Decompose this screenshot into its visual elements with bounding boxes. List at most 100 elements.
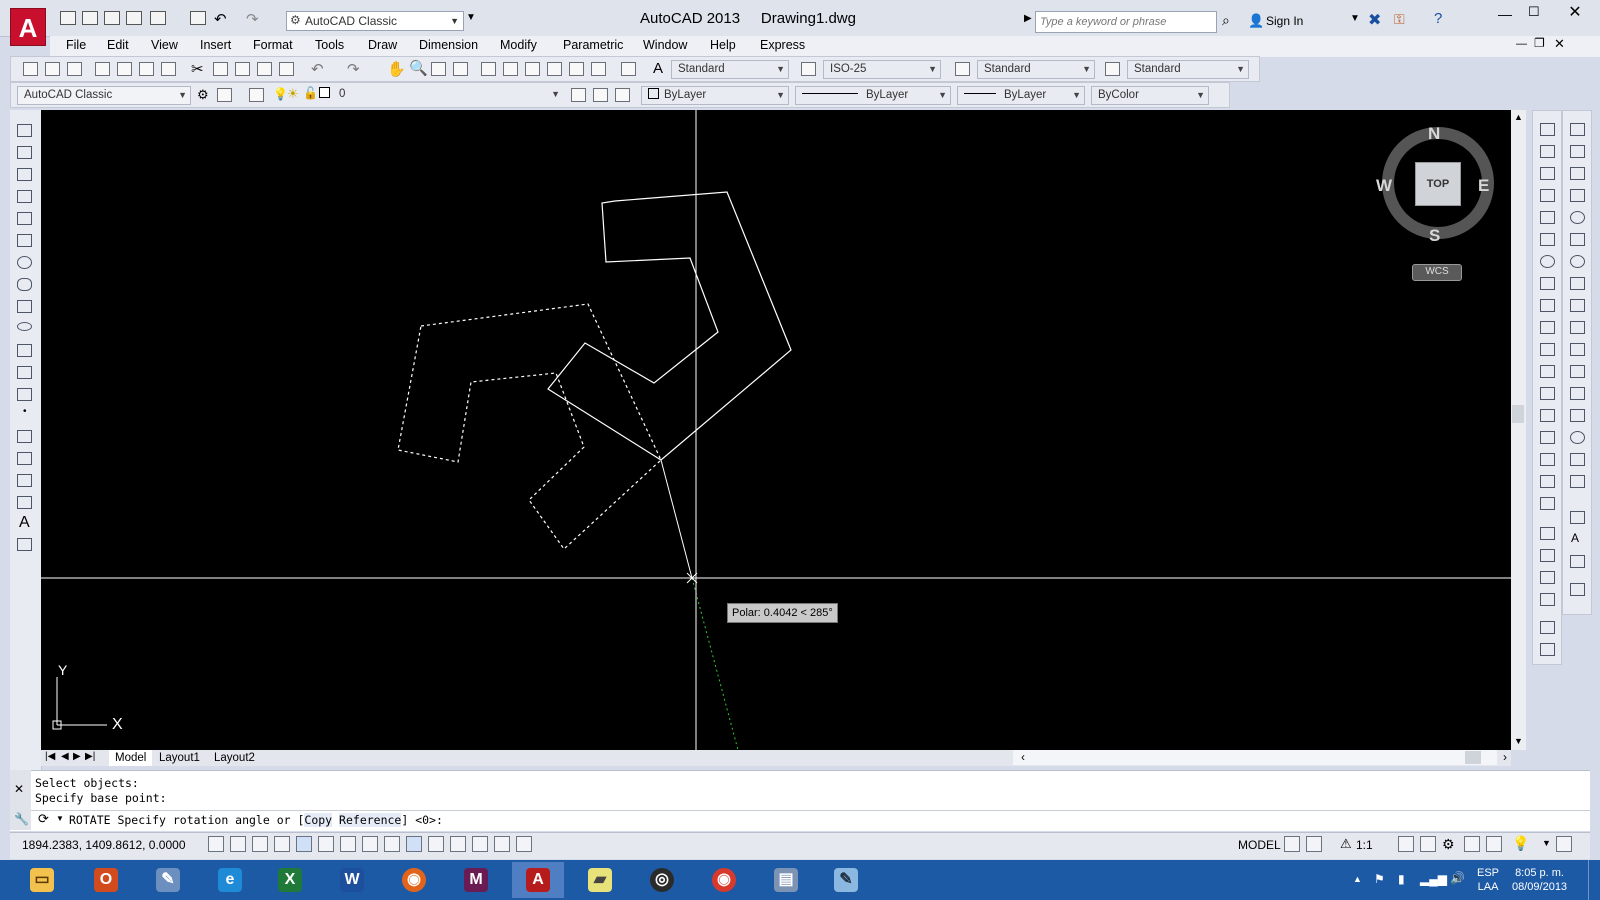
plot-icon[interactable]: [95, 62, 110, 76]
trim-icon[interactable]: [1540, 321, 1555, 334]
undo-icon[interactable]: ↶: [311, 60, 324, 78]
insert-block-icon[interactable]: [17, 366, 32, 379]
expand-search-icon[interactable]: ▶: [1024, 13, 1032, 24]
hatch-back-icon[interactable]: [1540, 643, 1555, 656]
taskbar-app-3[interactable]: ✎: [142, 862, 194, 898]
dim-style-dropdown[interactable]: ISO-25 ▼: [823, 60, 941, 79]
next-tab-icon[interactable]: ▶: [73, 751, 81, 762]
gradient-icon[interactable]: [17, 452, 32, 465]
redo-icon[interactable]: ↷: [246, 10, 259, 28]
layer-properties-icon[interactable]: [249, 88, 264, 102]
sun-icon[interactable]: ☀: [287, 86, 299, 102]
wcs-menu-button[interactable]: WCS: [1412, 264, 1462, 281]
text-style-dropdown[interactable]: Standard ▼: [671, 60, 789, 79]
offset-icon[interactable]: [1540, 189, 1555, 202]
sheet-set-icon[interactable]: [547, 62, 562, 76]
layer-previous-icon[interactable]: [593, 88, 608, 102]
undo-icon[interactable]: ↶: [214, 10, 227, 28]
bulb-icon[interactable]: 💡: [273, 87, 288, 101]
first-tab-icon[interactable]: |◀: [45, 751, 55, 762]
option-reference[interactable]: Reference: [339, 813, 402, 827]
bring-to-front-icon[interactable]: [1540, 549, 1555, 562]
jogged-linear-icon[interactable]: [1570, 475, 1585, 488]
tray-battery-icon[interactable]: ▮: [1398, 872, 1405, 886]
taskbar-paint[interactable]: ✎: [820, 862, 872, 898]
multiline-text-icon[interactable]: A: [19, 514, 30, 532]
erase-icon[interactable]: [1540, 123, 1555, 136]
vertical-scrollbar[interactable]: ▲ ▼: [1511, 110, 1526, 750]
menu-file[interactable]: File: [66, 38, 86, 52]
workspace-toolbar-dropdown[interactable]: AutoCAD Classic ▼: [17, 86, 191, 105]
close-icon[interactable]: ✕: [14, 782, 24, 796]
spline-icon[interactable]: [17, 300, 32, 313]
customize-qat-icon[interactable]: ▼: [466, 12, 476, 23]
zoom-realtime-icon[interactable]: 🔍: [409, 59, 428, 77]
center-mark-icon[interactable]: [1570, 431, 1585, 444]
scroll-up-icon[interactable]: ▲: [1514, 112, 1523, 122]
lineweight-dropdown[interactable]: ByLayer ▼: [957, 86, 1085, 105]
tolerance-icon[interactable]: [1570, 409, 1585, 422]
viewcube-top-face[interactable]: TOP: [1415, 162, 1461, 206]
quick-view-drawings-icon[interactable]: [1306, 836, 1322, 852]
ellipse-arc-icon[interactable]: [17, 344, 32, 357]
circle-icon[interactable]: [17, 256, 32, 269]
scroll-left-icon[interactable]: ‹: [1021, 750, 1025, 764]
join-icon[interactable]: [1540, 409, 1555, 422]
exchange-icon[interactable]: ✖: [1368, 10, 1381, 30]
new-file-icon[interactable]: [60, 11, 76, 25]
zoom-window-icon[interactable]: [431, 62, 446, 76]
explode-icon[interactable]: [1540, 497, 1555, 510]
coordinate-display[interactable]: 1894.2383, 1409.8612, 0.0000: [22, 838, 186, 852]
bring-above-icon[interactable]: [1540, 593, 1555, 606]
autocad-logo-icon[interactable]: A: [10, 8, 46, 46]
hatch-icon[interactable]: [17, 430, 32, 443]
jogged-dim-icon[interactable]: [1570, 233, 1585, 246]
help-icon[interactable]: ?: [1434, 10, 1442, 27]
viewcube-east[interactable]: E: [1478, 176, 1489, 196]
status-menu-icon[interactable]: ▼: [1542, 838, 1551, 848]
taskbar-office[interactable]: O: [80, 862, 132, 898]
taskbar-app-8[interactable]: M: [450, 862, 502, 898]
zoom-previous-icon[interactable]: [453, 62, 468, 76]
make-block-icon[interactable]: [17, 388, 32, 401]
wrench-icon[interactable]: 🔧: [14, 812, 29, 826]
dim-style-icon[interactable]: [1570, 583, 1585, 596]
tab-layout2[interactable]: Layout2: [208, 750, 261, 766]
mleader-style-dropdown[interactable]: Standard ▼: [1127, 60, 1249, 79]
show-desktop-button[interactable]: [1588, 860, 1600, 900]
option-copy[interactable]: Copy: [304, 813, 333, 827]
mirror-icon[interactable]: [1540, 167, 1555, 180]
redo-icon[interactable]: ↷: [347, 60, 360, 78]
revision-cloud-icon[interactable]: [17, 278, 32, 291]
menu-help[interactable]: Help: [710, 38, 736, 52]
array-icon[interactable]: [1540, 211, 1555, 224]
polar-tracking-icon[interactable]: [296, 836, 312, 852]
menu-parametric[interactable]: Parametric: [563, 38, 623, 52]
doc-minimize-button[interactable]: —: [1516, 38, 1527, 50]
allow-dynamic-ucs-icon[interactable]: [384, 836, 400, 852]
gear-icon[interactable]: ⚙: [197, 87, 209, 103]
minimize-button[interactable]: —: [1498, 6, 1512, 22]
construction-line-icon[interactable]: [17, 146, 32, 159]
taskbar-sticky-notes[interactable]: ▰: [574, 862, 626, 898]
menu-draw[interactable]: Draw: [368, 38, 397, 52]
scroll-right-icon[interactable]: ›: [1503, 750, 1507, 764]
save-as-icon[interactable]: [126, 11, 142, 25]
properties-icon[interactable]: [481, 62, 496, 76]
taskbar-excel[interactable]: X: [264, 862, 316, 898]
taskbar-firefox[interactable]: ◉: [388, 862, 440, 898]
sign-in-button[interactable]: Sign In: [1266, 14, 1303, 28]
color-dropdown[interactable]: ByLayer ▼: [641, 86, 789, 105]
dim-break-icon[interactable]: [1570, 387, 1585, 400]
lineweight-icon[interactable]: [428, 836, 444, 852]
angular-dim-icon[interactable]: [1570, 277, 1585, 290]
copy-icon[interactable]: [213, 62, 228, 76]
arc-length-icon[interactable]: [1570, 167, 1585, 180]
tray-expand-icon[interactable]: ▲: [1353, 874, 1362, 884]
menu-insert[interactable]: Insert: [200, 38, 231, 52]
tray-language[interactable]: ESP LAA: [1477, 866, 1499, 894]
object-snap-tracking-icon[interactable]: [362, 836, 378, 852]
make-current-layer-icon[interactable]: [571, 88, 586, 102]
publish-icon[interactable]: [139, 62, 154, 76]
tray-flag-icon[interactable]: ⚑: [1374, 872, 1385, 886]
